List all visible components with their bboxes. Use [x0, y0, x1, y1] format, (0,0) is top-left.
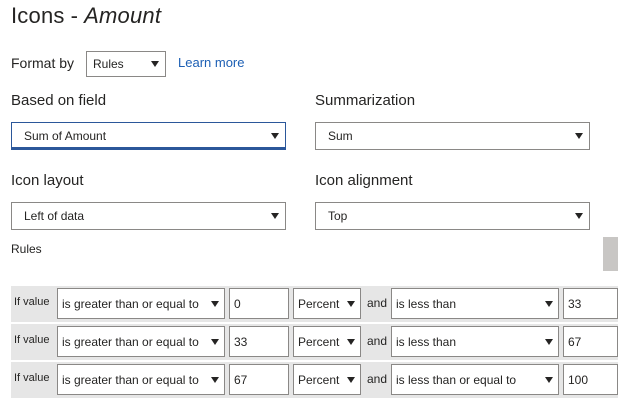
rule-unit-dropdown[interactable]: Percent — [293, 326, 361, 357]
title-separator: - — [70, 3, 79, 28]
icon-alignment-value: Top — [328, 209, 348, 223]
rule-row: If value is greater than or equal to 0 P… — [11, 286, 618, 322]
rule-unit-value: Percent — [298, 334, 340, 349]
and-label: and — [367, 334, 388, 348]
chevron-down-icon — [211, 338, 219, 345]
icon-alignment-label: Icon alignment — [315, 172, 413, 189]
rule-condition-value: is greater than or equal to — [62, 372, 199, 387]
if-value-label: If value — [14, 296, 50, 308]
title-text: Icons — [11, 3, 65, 28]
rule-value-input[interactable]: 67 — [229, 364, 289, 395]
chevron-down-icon — [575, 133, 583, 139]
chevron-down-icon — [151, 61, 159, 67]
scrollbar-thumb[interactable] — [603, 237, 618, 271]
chevron-down-icon — [545, 376, 553, 383]
chevron-down-icon — [271, 213, 279, 219]
rule-condition2-value: is less than or equal to — [396, 372, 517, 387]
chevron-down-icon — [211, 376, 219, 383]
chevron-down-icon — [545, 300, 553, 307]
rule-condition-value: is greater than or equal to — [62, 296, 199, 311]
rule-condition-dropdown[interactable]: is greater than or equal to — [57, 288, 225, 319]
rule-condition2-dropdown[interactable]: is less than — [391, 288, 559, 319]
rule-condition-dropdown[interactable]: is greater than or equal to — [57, 364, 225, 395]
summarization-dropdown[interactable]: Sum — [315, 122, 590, 150]
rule-unit-dropdown[interactable]: Percent — [293, 288, 361, 319]
chevron-down-icon — [347, 338, 355, 345]
rule-value-input[interactable]: 33 — [229, 326, 289, 357]
chevron-down-icon — [545, 338, 553, 345]
and-label: and — [367, 372, 388, 386]
rule-condition2-value: is less than — [396, 334, 457, 349]
icon-layout-dropdown[interactable]: Left of data — [11, 202, 286, 230]
chevron-down-icon — [347, 376, 355, 383]
chevron-down-icon — [575, 213, 583, 219]
format-by-value: Rules — [93, 57, 124, 71]
conditional-formatting-icons-dialog: Icons - Amount Format by Rules Learn more … — [0, 0, 618, 409]
rule-unit-value: Percent — [298, 296, 340, 311]
title-field-name: Amount — [84, 3, 162, 28]
rule-row: If value is greater than or equal to 67 … — [11, 362, 618, 398]
rule-condition2-dropdown[interactable]: is less than — [391, 326, 559, 357]
page-title: Icons - Amount — [11, 3, 161, 29]
rule-condition2-dropdown[interactable]: is less than or equal to — [391, 364, 559, 395]
rule-value2-input[interactable]: 100 — [563, 364, 618, 395]
chevron-down-icon — [211, 300, 219, 307]
rule-condition2-value: is less than — [396, 296, 457, 311]
rule-condition-dropdown[interactable]: is greater than or equal to — [57, 326, 225, 357]
summarization-label: Summarization — [315, 92, 416, 109]
rule-value2-input[interactable]: 33 — [563, 288, 618, 319]
learn-more-link[interactable]: Learn more — [178, 55, 244, 70]
based-on-field-value: Sum of Amount — [24, 129, 107, 143]
based-on-field-label: Based on field — [11, 92, 107, 109]
chevron-down-icon — [347, 300, 355, 307]
icon-layout-label: Icon layout — [11, 172, 84, 189]
icon-layout-value: Left of data — [24, 209, 85, 223]
rules-label: Rules — [11, 242, 42, 256]
format-by-label: Format by — [11, 55, 75, 71]
if-value-label: If value — [14, 372, 50, 384]
based-on-field-dropdown[interactable]: Sum of Amount — [11, 122, 286, 150]
rule-unit-value: Percent — [298, 372, 340, 387]
if-value-label: If value — [14, 334, 50, 346]
chevron-down-icon — [271, 133, 279, 139]
rule-condition-value: is greater than or equal to — [62, 334, 199, 349]
rule-unit-dropdown[interactable]: Percent — [293, 364, 361, 395]
summarization-value: Sum — [328, 129, 353, 143]
rule-value-input[interactable]: 0 — [229, 288, 289, 319]
rule-row: If value is greater than or equal to 33 … — [11, 324, 618, 360]
format-by-dropdown[interactable]: Rules — [86, 51, 166, 77]
and-label: and — [367, 296, 388, 310]
rule-value2-input[interactable]: 67 — [563, 326, 618, 357]
icon-alignment-dropdown[interactable]: Top — [315, 202, 590, 230]
